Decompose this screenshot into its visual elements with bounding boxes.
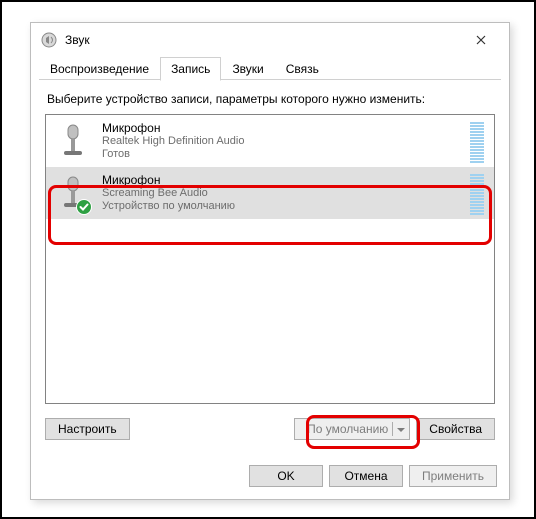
device-info: Микрофон Screaming Bee Audio Устройство …	[102, 173, 464, 213]
titlebar: Звук	[31, 23, 509, 57]
ok-button[interactable]: OK	[249, 465, 323, 487]
tab-content: Выберите устройство записи, параметры ко…	[31, 80, 509, 450]
device-row[interactable]: Микрофон Screaming Bee Audio Устройство …	[46, 167, 494, 219]
chevron-down-icon	[392, 422, 405, 436]
device-name: Микрофон	[102, 173, 464, 187]
device-info: Микрофон Realtek High Definition Audio Г…	[102, 121, 464, 161]
device-driver: Screaming Bee Audio	[102, 187, 464, 200]
close-button[interactable]	[463, 26, 499, 54]
sound-dialog: Звук Воспроизведение Запись Звуки Связь …	[30, 22, 510, 500]
device-driver: Realtek High Definition Audio	[102, 135, 464, 148]
default-check-icon	[76, 199, 92, 215]
cancel-button[interactable]: Отмена	[329, 465, 403, 487]
level-meter	[470, 119, 484, 163]
configure-button[interactable]: Настроить	[45, 418, 130, 440]
device-status: Устройство по умолчанию	[102, 200, 464, 213]
device-list[interactable]: Микрофон Realtek High Definition Audio Г…	[45, 114, 495, 404]
device-row[interactable]: Микрофон Realtek High Definition Audio Г…	[46, 115, 494, 167]
tab-communication[interactable]: Связь	[275, 57, 330, 80]
device-name: Микрофон	[102, 121, 464, 135]
level-meter	[470, 171, 484, 215]
tab-playback[interactable]: Воспроизведение	[39, 57, 160, 80]
device-buttons: Настроить По умолчанию Свойства	[45, 418, 495, 440]
apply-button[interactable]: Применить	[409, 465, 497, 487]
tab-strip: Воспроизведение Запись Звуки Связь	[31, 57, 509, 80]
device-status: Готов	[102, 148, 464, 161]
dialog-footer: OK Отмена Применить	[249, 465, 497, 487]
sound-icon	[41, 32, 57, 48]
set-default-button[interactable]: По умолчанию	[294, 418, 410, 440]
microphone-icon	[56, 121, 90, 161]
tab-recording[interactable]: Запись	[160, 57, 221, 81]
instruction-text: Выберите устройство записи, параметры ко…	[47, 92, 495, 106]
tab-sounds[interactable]: Звуки	[221, 57, 274, 80]
properties-button[interactable]: Свойства	[416, 418, 495, 440]
microphone-icon	[56, 173, 90, 213]
window-title: Звук	[65, 33, 463, 47]
